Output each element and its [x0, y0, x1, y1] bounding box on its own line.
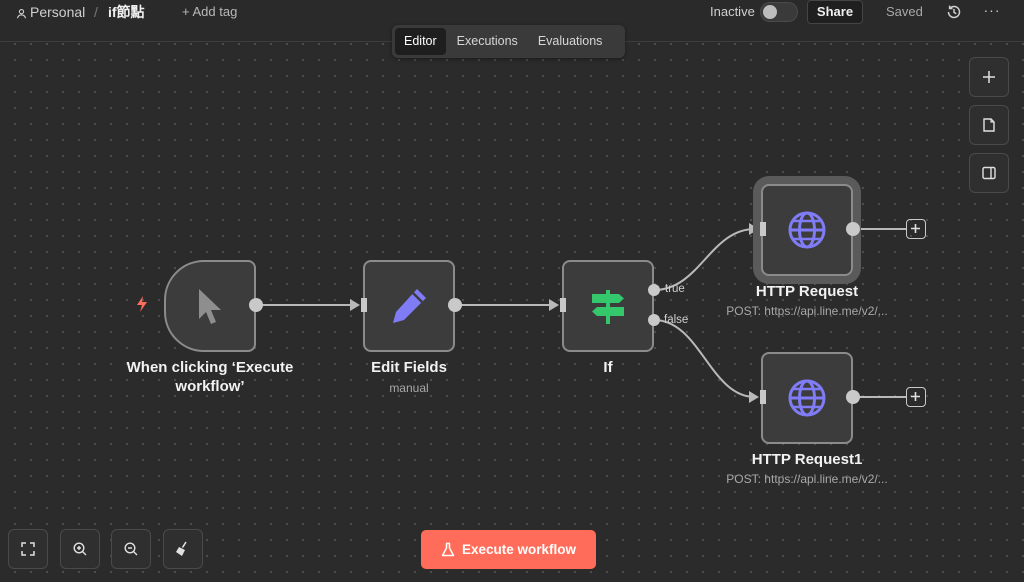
history-icon[interactable] [944, 2, 964, 22]
node-title-edit-fields: Edit Fields [371, 359, 447, 376]
globe-icon [788, 211, 826, 249]
status-label: Inactive [710, 4, 755, 19]
node-subtitle-edit-fields: manual [389, 381, 429, 395]
trigger-bolt-icon [137, 296, 147, 312]
tab-evaluations[interactable]: Evaluations [529, 28, 612, 55]
node-title-http-request: HTTP Request [755, 283, 859, 300]
node-http-request[interactable] [761, 184, 853, 276]
node-title-trigger: When clicking ‘Execute workflow’ [126, 359, 294, 395]
sticky-note-button[interactable] [969, 105, 1009, 145]
toggle-panel-button[interactable] [969, 153, 1009, 193]
node-title-http-request1: HTTP Request1 [751, 451, 863, 468]
cursor-icon [199, 289, 221, 324]
tidy-up-button[interactable] [163, 529, 203, 569]
node-subtitle-http-request: POST: https://api.line.me/v2/... [726, 304, 888, 318]
user-icon [16, 9, 27, 19]
add-node-after-http1-button[interactable] [906, 219, 926, 239]
share-button[interactable]: Share [807, 0, 863, 24]
workflow-name[interactable]: if節點 [108, 0, 145, 24]
zoom-in-icon [73, 542, 87, 556]
node-title-if: If [603, 359, 613, 376]
plus-icon [911, 224, 920, 233]
execute-workflow-button[interactable]: Execute workflow [421, 530, 596, 569]
sticky-note-icon [983, 118, 995, 132]
broom-icon [176, 541, 187, 556]
tab-executions[interactable]: Executions [448, 28, 527, 55]
add-node-after-http2-button[interactable] [906, 387, 926, 407]
execute-workflow-label: Execute workflow [461, 542, 577, 557]
globe-icon [788, 379, 826, 417]
add-tag-button[interactable]: + Add tag [182, 0, 237, 24]
more-options-icon[interactable]: ··· [982, 0, 1002, 24]
fit-view-button[interactable] [8, 529, 48, 569]
saved-status: Saved [886, 4, 923, 19]
tab-editor[interactable]: Editor [395, 28, 446, 55]
toggle-knob [763, 5, 777, 19]
panel-icon [982, 166, 996, 180]
zoom-out-icon [124, 542, 138, 556]
signpost-icon [592, 290, 624, 324]
plus-icon [983, 71, 995, 83]
fit-view-icon [21, 542, 35, 556]
node-edit-fields[interactable] [363, 260, 455, 352]
zoom-out-button[interactable] [111, 529, 151, 569]
view-tabs: Editor Executions Evaluations [392, 25, 625, 58]
add-node-button[interactable] [969, 57, 1009, 97]
zoom-in-button[interactable] [60, 529, 100, 569]
pencil-icon [393, 289, 426, 323]
plus-icon [911, 392, 920, 401]
flask-icon [441, 542, 455, 557]
node-http-request1[interactable] [761, 352, 853, 444]
active-toggle[interactable] [760, 2, 798, 22]
node-manual-trigger[interactable] [164, 260, 256, 352]
port-label-false: false [664, 314, 689, 326]
node-if[interactable] [562, 260, 654, 352]
breadcrumb-separator: / [94, 4, 98, 20]
node-subtitle-http-request1: POST: https://api.line.me/v2/... [726, 472, 888, 486]
port-label-true: true [665, 283, 685, 295]
breadcrumb-workspace[interactable]: Personal [16, 0, 85, 24]
